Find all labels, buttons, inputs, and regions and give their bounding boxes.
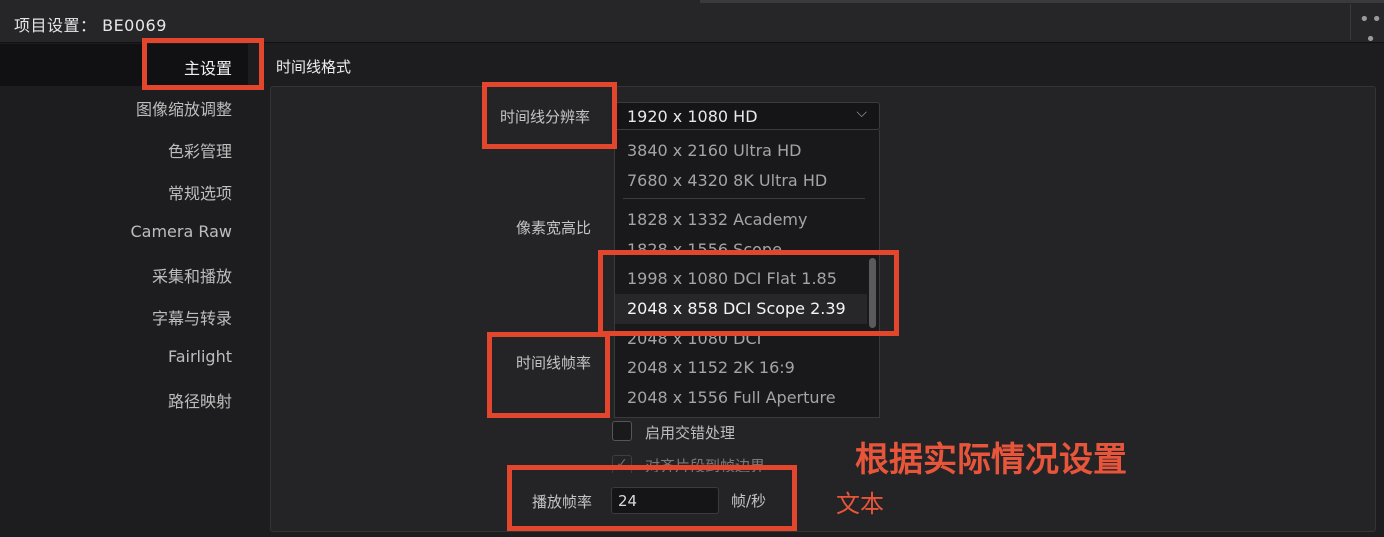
sidebar-item-capture-playback[interactable]: 采集和播放 bbox=[152, 263, 232, 287]
sidebar-item-camera-raw[interactable]: Camera Raw bbox=[130, 222, 232, 241]
more-dots-icon[interactable]: • • • bbox=[1355, 10, 1384, 50]
pixel-aspect-label: 像素宽高比 bbox=[516, 219, 592, 237]
sidebar-item-fairlight[interactable]: Fairlight bbox=[168, 347, 232, 366]
annotation-box-frame-rate bbox=[487, 332, 610, 418]
window-title: 项目设置： BE0069 bbox=[14, 16, 167, 35]
annotation-text-note: 文本 bbox=[836, 490, 884, 518]
interlace-checkbox[interactable] bbox=[612, 421, 632, 441]
annotation-box-dci-options bbox=[598, 250, 899, 336]
section-title: 时间线格式 bbox=[276, 58, 352, 76]
dropdown-option[interactable]: 1828 x 1332 Academy bbox=[627, 210, 807, 229]
dropdown-option[interactable]: 2048 x 1556 Full Aperture bbox=[627, 388, 836, 407]
sidebar-item-path-mapping[interactable]: 路径映射 bbox=[168, 388, 232, 412]
chevron-down-icon: ⌵ bbox=[856, 105, 867, 121]
annotation-box-playback-fps bbox=[507, 465, 797, 531]
settings-sidebar: 主设置 图像缩放调整 色彩管理 常规选项 Camera Raw 采集和播放 字幕… bbox=[0, 44, 256, 537]
dropdown-divider bbox=[623, 198, 865, 199]
title-separator bbox=[1350, 4, 1351, 40]
resolution-select[interactable]: 1920 x 1080 HD ⌵ bbox=[614, 102, 880, 130]
annotation-text-main: 根据实际情况设置 bbox=[855, 440, 1127, 480]
title-bar: 项目设置： BE0069 • • • bbox=[0, 0, 1384, 50]
sidebar-item-color-management[interactable]: 色彩管理 bbox=[168, 138, 232, 162]
title-bar-accent bbox=[700, 0, 1384, 3]
dropdown-option[interactable]: 2048 x 1080 DCI bbox=[627, 336, 761, 350]
sidebar-item-subtitles[interactable]: 字幕与转录 bbox=[152, 305, 232, 329]
sidebar-item-image-scaling[interactable]: 图像缩放调整 bbox=[136, 96, 232, 120]
resolution-select-value: 1920 x 1080 HD bbox=[627, 107, 758, 126]
dropdown-option[interactable]: 7680 x 4320 8K Ultra HD bbox=[627, 171, 827, 190]
dropdown-option[interactable]: 1828 x 1556 Scope bbox=[627, 240, 782, 250]
dropdown-option[interactable]: 2048 x 1152 2K 16:9 bbox=[627, 358, 795, 377]
sidebar-item-general-options[interactable]: 常规选项 bbox=[168, 180, 232, 204]
annotation-box-resolution bbox=[482, 82, 617, 149]
dropdown-option[interactable]: 3840 x 2160 Ultra HD bbox=[627, 141, 801, 160]
annotation-box-main-settings bbox=[142, 38, 264, 90]
interlace-label: 启用交错处理 bbox=[645, 424, 736, 442]
